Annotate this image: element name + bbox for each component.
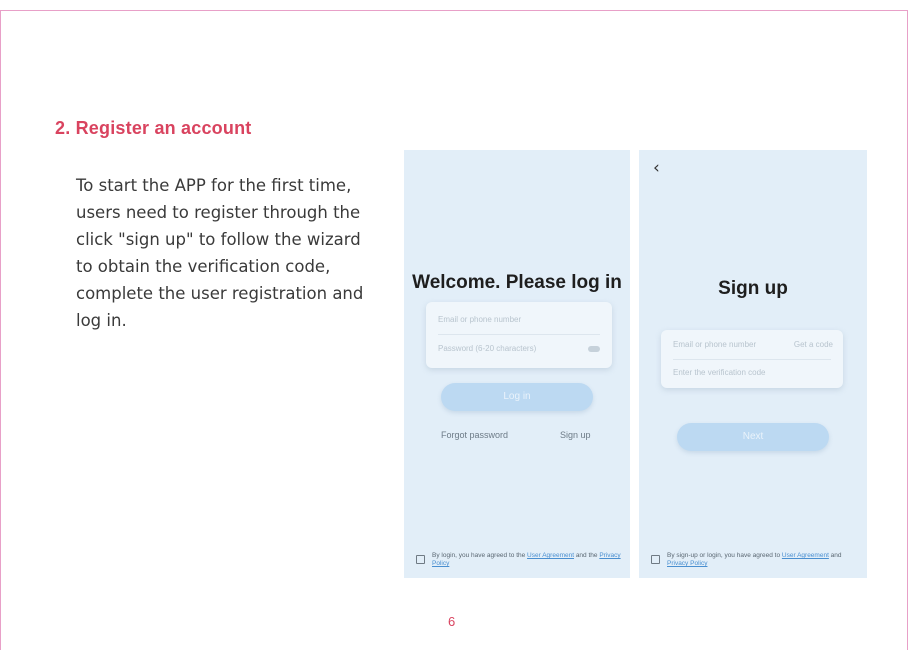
consent-text: By sign-up or login, you have agreed to … [667,552,859,568]
login-heading: Welcome. Please log in [412,272,622,293]
privacy-policy-link[interactable]: Privacy Policy [667,560,707,567]
forgot-password-link[interactable]: Forgot password [441,430,508,440]
next-button[interactable]: Next [677,423,829,451]
consent-prefix: By login, you have agreed to the [432,552,528,559]
login-screen-screenshot: Welcome. Please log in Email or phone nu… [404,150,630,578]
sign-up-link[interactable]: Sign up [560,430,591,440]
get-code-button[interactable]: Get a code [794,340,833,349]
signup-form-card: Email or phone number Get a code Enter t… [661,330,843,388]
consent-middle: and [828,552,842,559]
signup-heading: Sign up [718,278,788,299]
account-input[interactable]: Email or phone number [438,315,521,324]
field-divider [438,334,600,335]
account-input[interactable]: Email or phone number [673,340,756,349]
page-number: 6 [448,614,456,629]
login-consent: By login, you have agreed to the User Ag… [416,552,622,568]
login-form-card: Email or phone number Password (6-20 cha… [426,302,612,368]
login-button[interactable]: Log in [441,383,593,411]
field-divider [673,359,831,360]
consent-middle: and the [574,552,600,559]
signup-screen-screenshot: ‹ Sign up Email or phone number Get a co… [639,150,867,578]
password-input[interactable]: Password (6-20 characters) [438,344,536,353]
eye-toggle-icon[interactable] [588,346,600,352]
back-arrow-icon[interactable]: ‹ [653,158,660,178]
consent-checkbox[interactable] [651,555,660,564]
section-title: 2. Register an account [55,118,252,138]
user-agreement-link[interactable]: User Agreement [782,552,829,559]
consent-text: By login, you have agreed to the User Ag… [432,552,622,568]
consent-checkbox[interactable] [416,555,425,564]
instruction-paragraph: To start the APP for the first time, use… [76,176,364,330]
user-agreement-link[interactable]: User Agreement [527,552,574,559]
verification-code-input[interactable]: Enter the verification code [673,368,766,377]
consent-prefix: By sign-up or login, you have agreed to [667,552,782,559]
signup-consent: By sign-up or login, you have agreed to … [651,552,859,568]
